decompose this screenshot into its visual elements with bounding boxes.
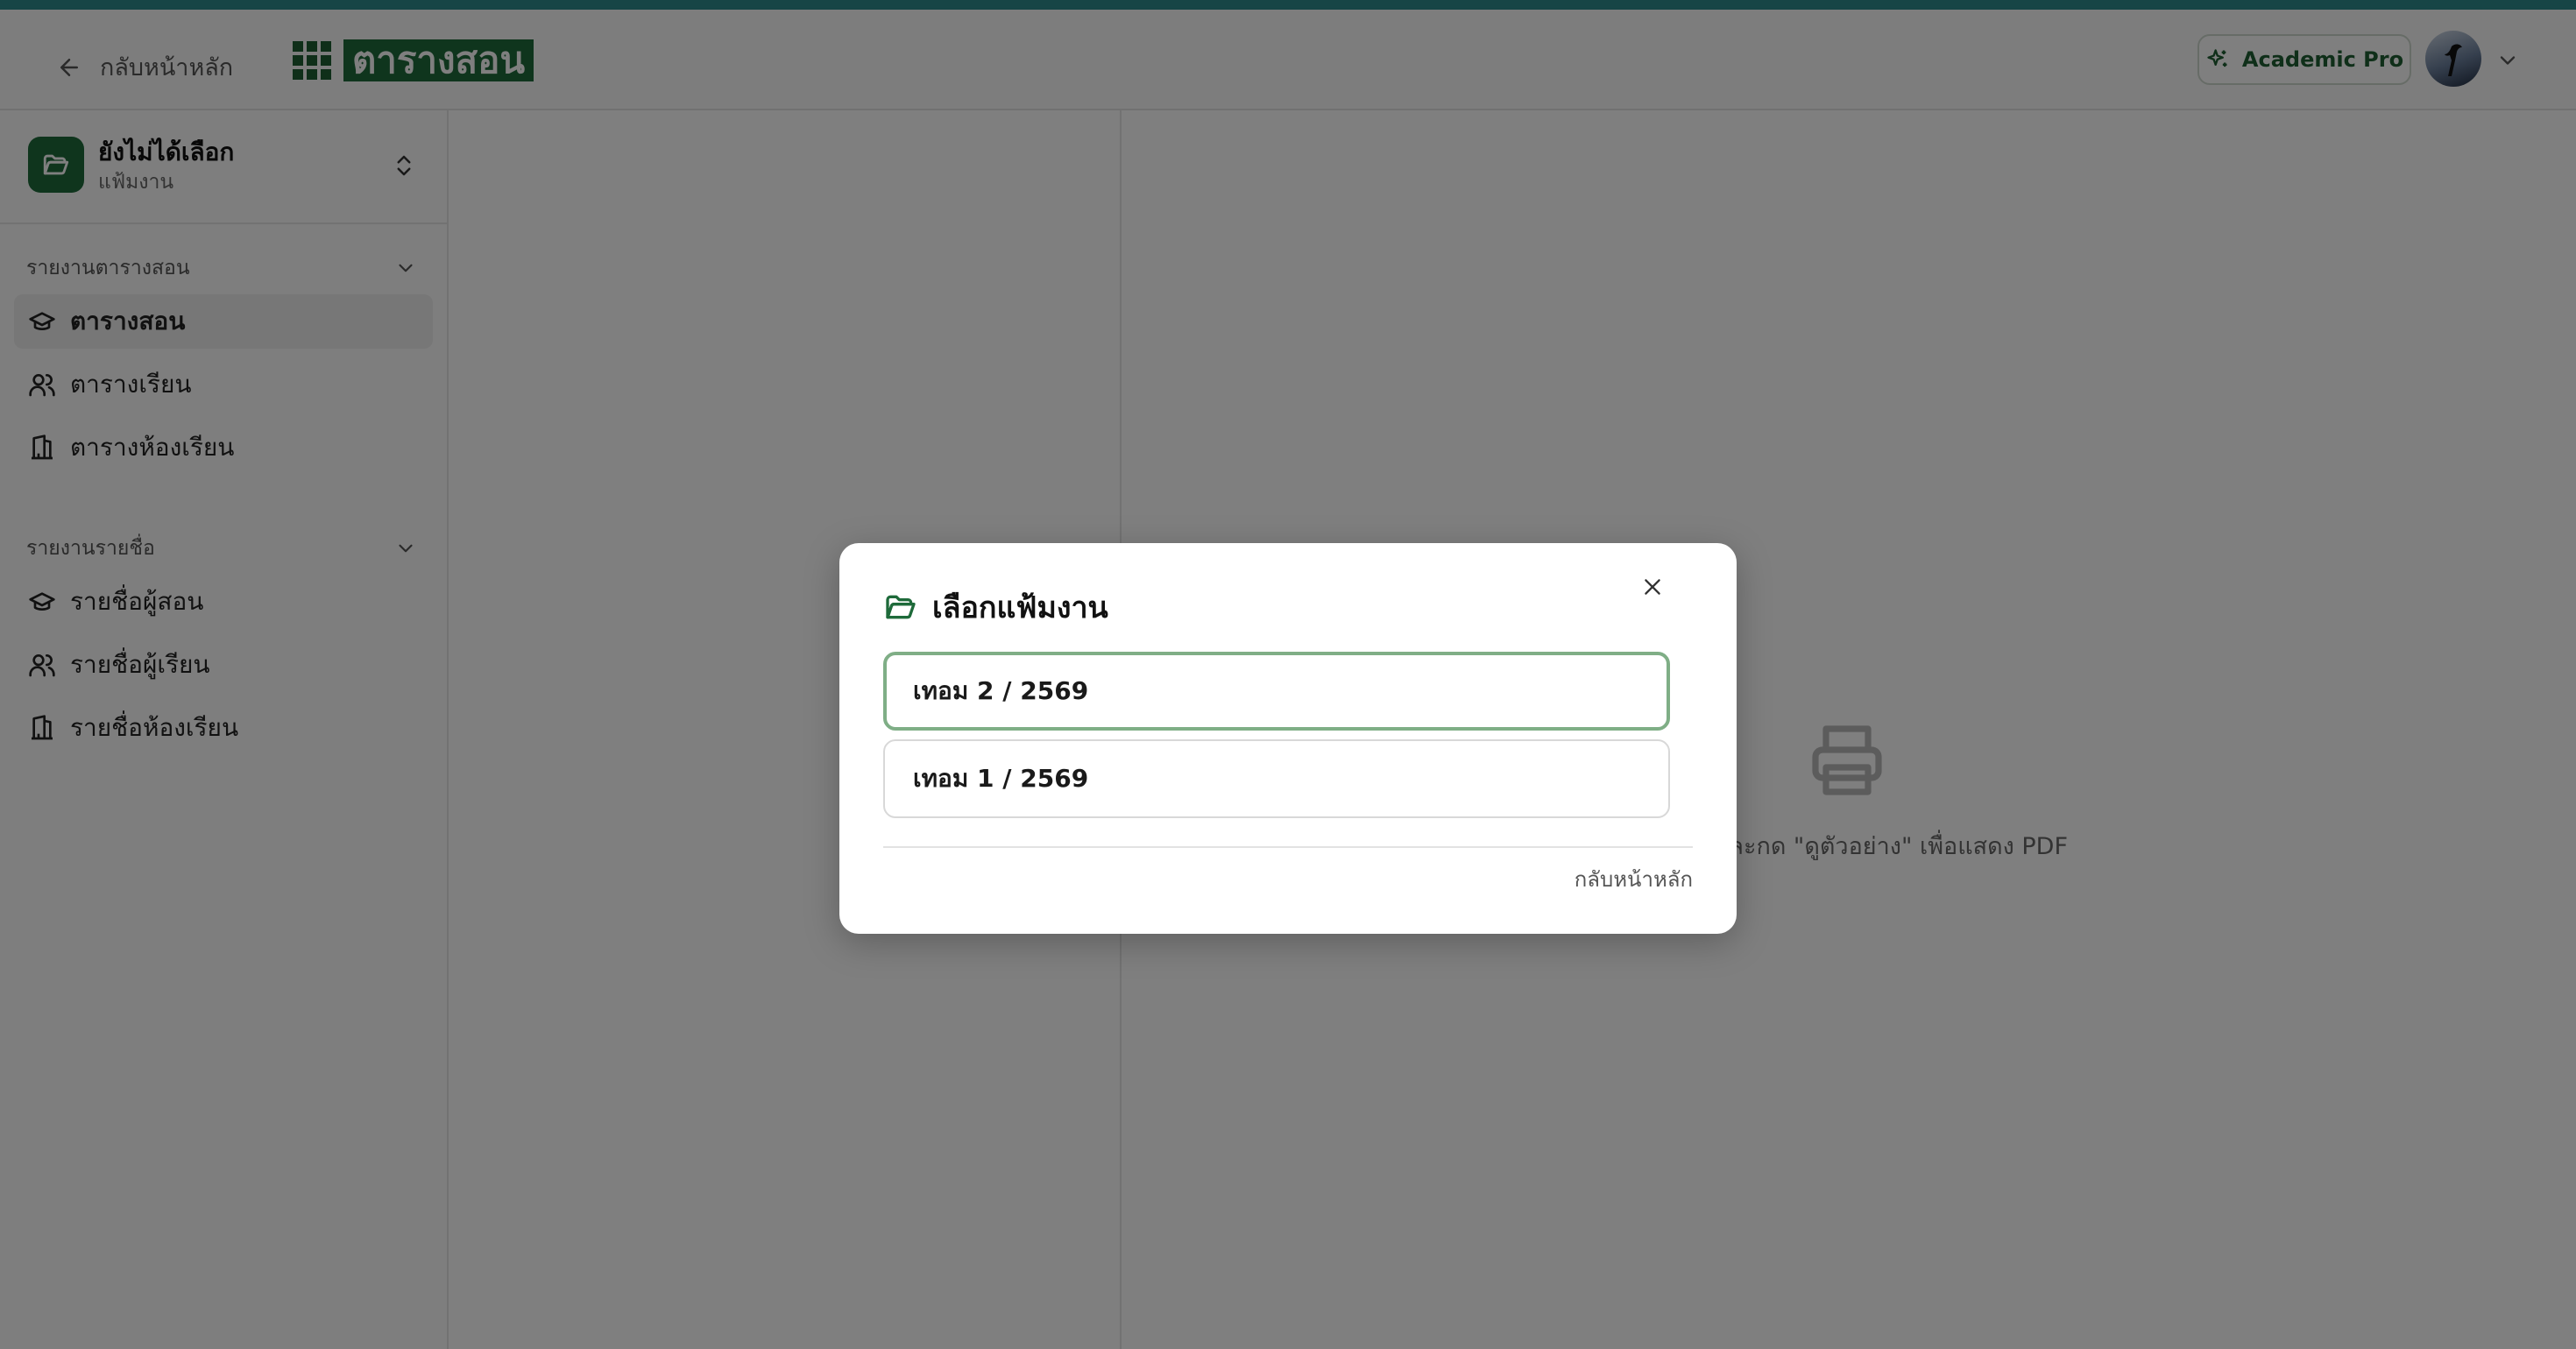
close-icon: [1645, 579, 1660, 595]
dialog-divider: [883, 846, 1693, 848]
folder-open-icon: [886, 595, 916, 619]
dialog-back-to-home-link[interactable]: กลับหน้าหลัก: [1575, 862, 1693, 896]
dialog-title-text: เลือกแฟ้มงาน: [932, 590, 1108, 625]
option-label: เทอม 2 / 2569: [913, 676, 1089, 705]
close-button[interactable]: [1635, 569, 1670, 604]
option-label: เทอม 1 / 2569: [913, 764, 1089, 793]
workspace-option-term-2-2569[interactable]: เทอม 2 / 2569: [883, 652, 1670, 731]
dialog-title: เลือกแฟ้มงาน: [883, 583, 1108, 631]
select-workspace-dialog: เลือกแฟ้มงาน เทอม 2 / 2569 เทอม 1 / 2569…: [839, 543, 1737, 934]
workspace-option-term-1-2569[interactable]: เทอม 1 / 2569: [883, 739, 1670, 818]
